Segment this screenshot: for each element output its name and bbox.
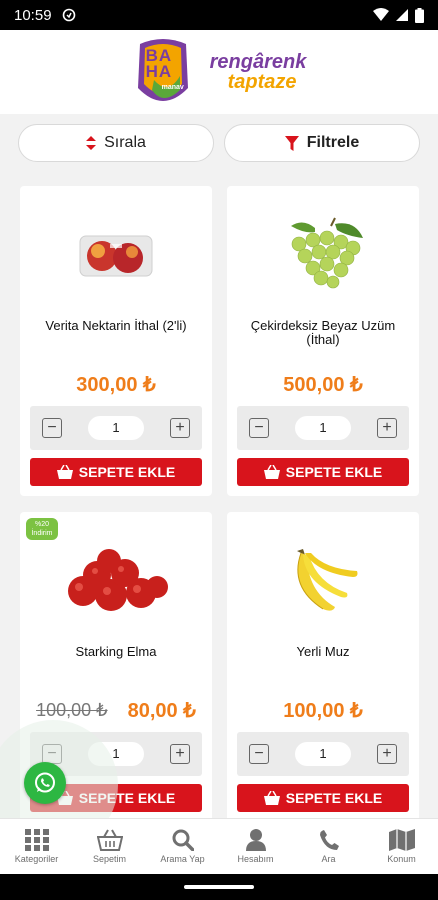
- product-name: Çekirdeksiz Beyaz Uzüm (İthal): [250, 318, 396, 347]
- brand-slogan: rengârenk taptaze: [210, 52, 307, 92]
- sort-button[interactable]: Sırala: [18, 124, 214, 162]
- product-name: Yerli Muz: [296, 644, 350, 659]
- status-bar: 10:59: [0, 0, 438, 30]
- add-to-cart-button[interactable]: SEPETE EKLE: [237, 784, 409, 812]
- quantity-stepper: − 1 +: [237, 732, 409, 776]
- increase-button[interactable]: +: [170, 744, 190, 764]
- product-price: 500,00 ₺: [283, 374, 363, 396]
- system-navigation-bar: [0, 874, 438, 900]
- product-name: Starking Elma: [75, 644, 157, 659]
- price-row: 300,00 ₺: [20, 372, 212, 397]
- nav-item-account[interactable]: Hesabım: [219, 819, 292, 874]
- filter-label: Filtrele: [306, 134, 360, 151]
- grid-icon: [24, 829, 49, 851]
- search-icon: [172, 829, 194, 851]
- apples-image: [68, 549, 168, 611]
- logo-subtext: manav: [161, 84, 184, 91]
- decrease-button[interactable]: −: [249, 744, 269, 764]
- increase-button[interactable]: +: [170, 418, 190, 438]
- add-to-cart-button[interactable]: SEPETE EKLE: [30, 458, 202, 486]
- product-name: Verita Nektarin İthal (2'li): [45, 318, 187, 333]
- decrease-button[interactable]: −: [42, 418, 62, 438]
- wifi-icon: [373, 8, 389, 21]
- home-gesture-handle[interactable]: [184, 885, 254, 889]
- quantity-stepper: − 1 +: [30, 406, 202, 450]
- slogan-line2: taptaze: [227, 71, 297, 93]
- data-saver-icon: [62, 8, 75, 22]
- phone-icon: [319, 830, 339, 850]
- product-price: 100,00 ₺: [283, 700, 363, 722]
- nav-item-cart[interactable]: Sepetim: [73, 819, 146, 874]
- product-price: 80,00 ₺: [127, 700, 196, 722]
- whatsapp-button[interactable]: [24, 762, 66, 804]
- filter-button[interactable]: Filtrele: [224, 124, 420, 162]
- add-to-cart-label: SEPETE EKLE: [78, 464, 176, 480]
- product-image[interactable]: [20, 206, 212, 306]
- battery-icon: [415, 7, 424, 23]
- bananas-image: [297, 549, 358, 611]
- signal-icon: [396, 9, 408, 21]
- nav-label: Kategoriler: [14, 854, 59, 864]
- slogan-line1: rengârenk: [209, 51, 307, 73]
- basket-icon: [263, 791, 280, 805]
- product-image[interactable]: [227, 532, 419, 632]
- product-price: 300,00 ₺: [76, 374, 156, 396]
- nav-item-call[interactable]: Ara: [292, 819, 365, 874]
- add-to-cart-label: SEPETE EKLE: [285, 464, 383, 480]
- bottom-navigation: Kategoriler Sepetim Arama Yap Hesabım Ar…: [0, 818, 438, 874]
- basket-icon: [263, 465, 280, 479]
- nav-item-categories[interactable]: Kategoriler: [0, 819, 73, 874]
- whatsapp-icon: [35, 772, 55, 793]
- nav-label: Sepetim: [92, 854, 127, 864]
- nav-label: Konum: [387, 854, 416, 864]
- app-header: BA HA manav rengârenk taptaze: [0, 30, 438, 114]
- filter-icon: [284, 135, 299, 151]
- price-row: 500,00 ₺: [227, 372, 419, 397]
- add-to-cart-label: SEPETE EKLE: [285, 790, 383, 806]
- increase-button[interactable]: +: [377, 418, 397, 438]
- quantity-input[interactable]: 1: [295, 416, 351, 440]
- logo-text-line2: HA: [145, 62, 173, 81]
- sort-icon: [86, 136, 97, 150]
- map-icon: [388, 829, 415, 851]
- basket-icon: [56, 465, 73, 479]
- nectarine-image: [79, 235, 153, 277]
- increase-button[interactable]: +: [377, 744, 397, 764]
- sort-label: Sırala: [104, 134, 146, 151]
- quantity-input[interactable]: 1: [295, 742, 351, 766]
- add-to-cart-button[interactable]: SEPETE EKLE: [237, 458, 409, 486]
- basket-icon: [96, 829, 123, 851]
- decrease-button[interactable]: −: [249, 418, 269, 438]
- grapes-image: [291, 217, 363, 289]
- nav-label: Hesabım: [237, 854, 274, 864]
- nav-item-location[interactable]: Konum: [365, 819, 438, 874]
- product-card[interactable]: Verita Nektarin İthal (2'li) 300,00 ₺ − …: [20, 186, 212, 496]
- quantity-stepper: − 1 +: [237, 406, 409, 450]
- product-image[interactable]: [227, 206, 419, 306]
- sort-filter-bar: Sırala Filtrele: [0, 114, 438, 172]
- nav-label: Ara: [321, 854, 336, 864]
- nav-item-search[interactable]: Arama Yap: [146, 819, 219, 874]
- nav-label: Arama Yap: [160, 854, 205, 864]
- brand-logo[interactable]: BA HA manav: [132, 36, 194, 108]
- product-image[interactable]: [20, 532, 212, 632]
- user-icon: [245, 829, 266, 851]
- product-card[interactable]: Yerli Muz 100,00 ₺ − 1 + SEPETE EKLE: [227, 512, 419, 818]
- quantity-input[interactable]: 1: [88, 416, 144, 440]
- product-card[interactable]: Çekirdeksiz Beyaz Uzüm (İthal) 500,00 ₺ …: [227, 186, 419, 496]
- old-price: 100,00 ₺: [36, 700, 108, 720]
- price-row: 100,00 ₺: [227, 698, 419, 723]
- status-time: 10:59: [14, 6, 52, 24]
